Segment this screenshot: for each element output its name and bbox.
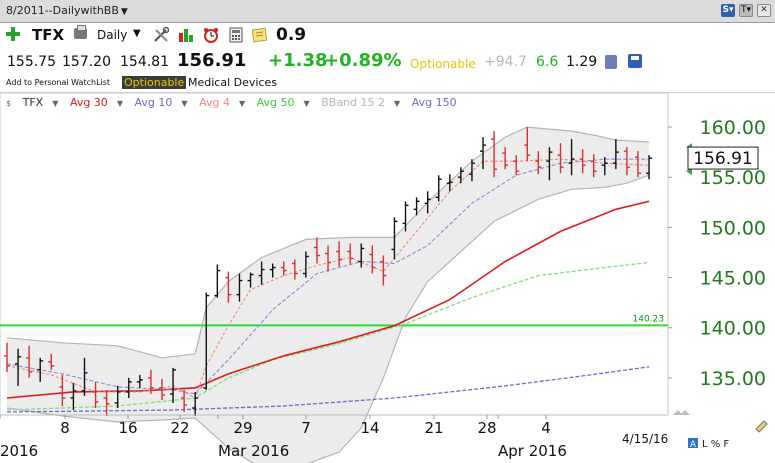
- legend-label: TFX: [22, 96, 44, 109]
- scroll-arrow-icon: [680, 410, 690, 415]
- legend-caret-icon[interactable]: ▼: [394, 99, 403, 108]
- printer-icon[interactable]: [74, 25, 87, 39]
- chart-window: 8/2011--DailywithBB ▼ S▾ T▾ ✕ TFX Daily ▼: [0, 0, 775, 463]
- chart-panel[interactable]: 140.23 160.00 155.00 150.00 145.00 140.00 135.…: [0, 92, 775, 463]
- industry-label[interactable]: Medical Devices: [188, 76, 277, 89]
- note-icon[interactable]: [252, 27, 268, 43]
- x-tick-label: 29: [233, 419, 252, 437]
- calculator-icon[interactable]: [228, 27, 244, 43]
- x-tick-label: 22: [170, 419, 189, 437]
- period-dropdown-icon[interactable]: ▼: [133, 28, 141, 39]
- legend-item[interactable]: ▼ BBand 15 2: [304, 96, 385, 109]
- legend-caret-icon[interactable]: ▼: [239, 99, 248, 108]
- legend-caret-icon[interactable]: ▼: [52, 99, 61, 108]
- legend-item[interactable]: ▼ Avg 50: [239, 96, 295, 109]
- legend-label: Avg 50: [256, 96, 295, 109]
- x-tick-label: 8: [60, 419, 70, 437]
- last-price: 156.91: [177, 50, 247, 71]
- legend-caret-icon[interactable]: ▼: [304, 99, 313, 108]
- chart-title-text: 8/2011--DailywithBB: [6, 4, 119, 17]
- y-tick-label: 160.00: [700, 117, 766, 139]
- open-price: 155.75: [7, 54, 56, 70]
- legend-caret-icon[interactable]: ▼: [181, 99, 190, 108]
- x-tick-label: Mar 2016: [218, 442, 289, 460]
- legend-label: Avg 10: [134, 96, 173, 109]
- y-tick-label: 150.00: [700, 217, 766, 239]
- quote-value-2: 6.6: [536, 54, 559, 70]
- legend-item[interactable]: ▼ Avg 30: [52, 96, 108, 109]
- x-tick-label: 4: [541, 419, 551, 437]
- x-tick-label: 28: [477, 419, 496, 437]
- legend-item[interactable]: ▼ Avg 4: [181, 96, 230, 109]
- legend-caret-icon[interactable]: ▼: [117, 99, 126, 108]
- save-icon[interactable]: [628, 54, 642, 68]
- level-line-label: 140.23: [633, 314, 665, 324]
- database-icon[interactable]: [605, 55, 617, 69]
- chart-legend: $ TFX ▼ Avg 30 ▼ Avg 10 ▼ Avg 4 ▼ Avg 50 ▼ BB…: [6, 96, 466, 109]
- info-line: Add to Personal WatchList Optionable Med…: [0, 75, 775, 91]
- legend-item[interactable]: $ TFX: [6, 96, 43, 109]
- optionable-label: Optionable: [122, 76, 187, 89]
- quote-line: 155.75 157.20 154.81 156.91 +1.38 +0.89%…: [0, 48, 775, 74]
- add-watchlist-icon[interactable]: [6, 27, 20, 41]
- y-tick-label: 140.00: [700, 318, 766, 340]
- pencil-icon: [755, 420, 768, 433]
- alarm-clock-icon[interactable]: [203, 27, 219, 43]
- x-tick-label: 7: [301, 419, 311, 437]
- high-price: 157.20: [62, 54, 111, 70]
- legend-item[interactable]: ▼ Avg 10: [117, 96, 173, 109]
- x-tick-label: 2016: [0, 442, 38, 460]
- tools-icon[interactable]: [153, 27, 169, 43]
- low-price: 154.81: [120, 54, 169, 70]
- legend-label: Avg 150: [411, 96, 457, 109]
- last-price-label: 156.91: [693, 149, 752, 169]
- y-tick-label: 135.00: [700, 368, 766, 390]
- x-tick-label: 21: [424, 419, 443, 437]
- legend-item[interactable]: ▼ Avg 150: [394, 96, 457, 109]
- period-select[interactable]: Daily: [97, 28, 127, 42]
- quote-value-1: +94.7: [484, 54, 527, 70]
- close-button[interactable]: ✕: [757, 4, 771, 17]
- bar-chart-icon[interactable]: [178, 27, 194, 43]
- text-size-button[interactable]: T▾: [739, 4, 753, 17]
- date-label: 4/15/16: [622, 432, 668, 446]
- legend-caret-icon[interactable]: $: [6, 99, 14, 108]
- corner-box-label: A: [690, 440, 697, 450]
- quote-value-3: 1.29: [566, 54, 598, 70]
- y-tick-label: 145.00: [700, 268, 766, 290]
- optionable-badge: Optionable: [410, 57, 476, 71]
- title-bar: 8/2011--DailywithBB ▼ S▾ T▾ ✕: [0, 0, 775, 23]
- toolbar: TFX Daily ▼ 0.9: [0, 23, 775, 47]
- chart-title[interactable]: 8/2011--DailywithBB ▼: [6, 4, 128, 17]
- add-to-watchlist-link[interactable]: Add to Personal WatchList: [6, 78, 110, 87]
- price-chart[interactable]: 140.23 160.00 155.00 150.00 145.00 140.00 135.…: [0, 93, 775, 463]
- corner-label: L % F: [702, 439, 729, 450]
- symbol-label[interactable]: TFX: [32, 26, 64, 44]
- y-tick-label: 155.00: [700, 167, 766, 189]
- score-value: 0.9: [276, 25, 307, 45]
- price-change: +1.38: [268, 50, 328, 71]
- legend-label: Avg 30: [69, 96, 108, 109]
- legend-label: Avg 4: [199, 96, 230, 109]
- price-change-percent: +0.89%: [324, 50, 402, 71]
- x-tick-label: Apr 2016: [498, 442, 567, 460]
- x-tick-label: 16: [118, 419, 137, 437]
- share-button[interactable]: S▾: [721, 4, 735, 17]
- chevron-down-icon[interactable]: ▼: [121, 7, 128, 17]
- x-tick-label: 14: [360, 419, 379, 437]
- legend-label: BBand 15 2: [321, 96, 386, 109]
